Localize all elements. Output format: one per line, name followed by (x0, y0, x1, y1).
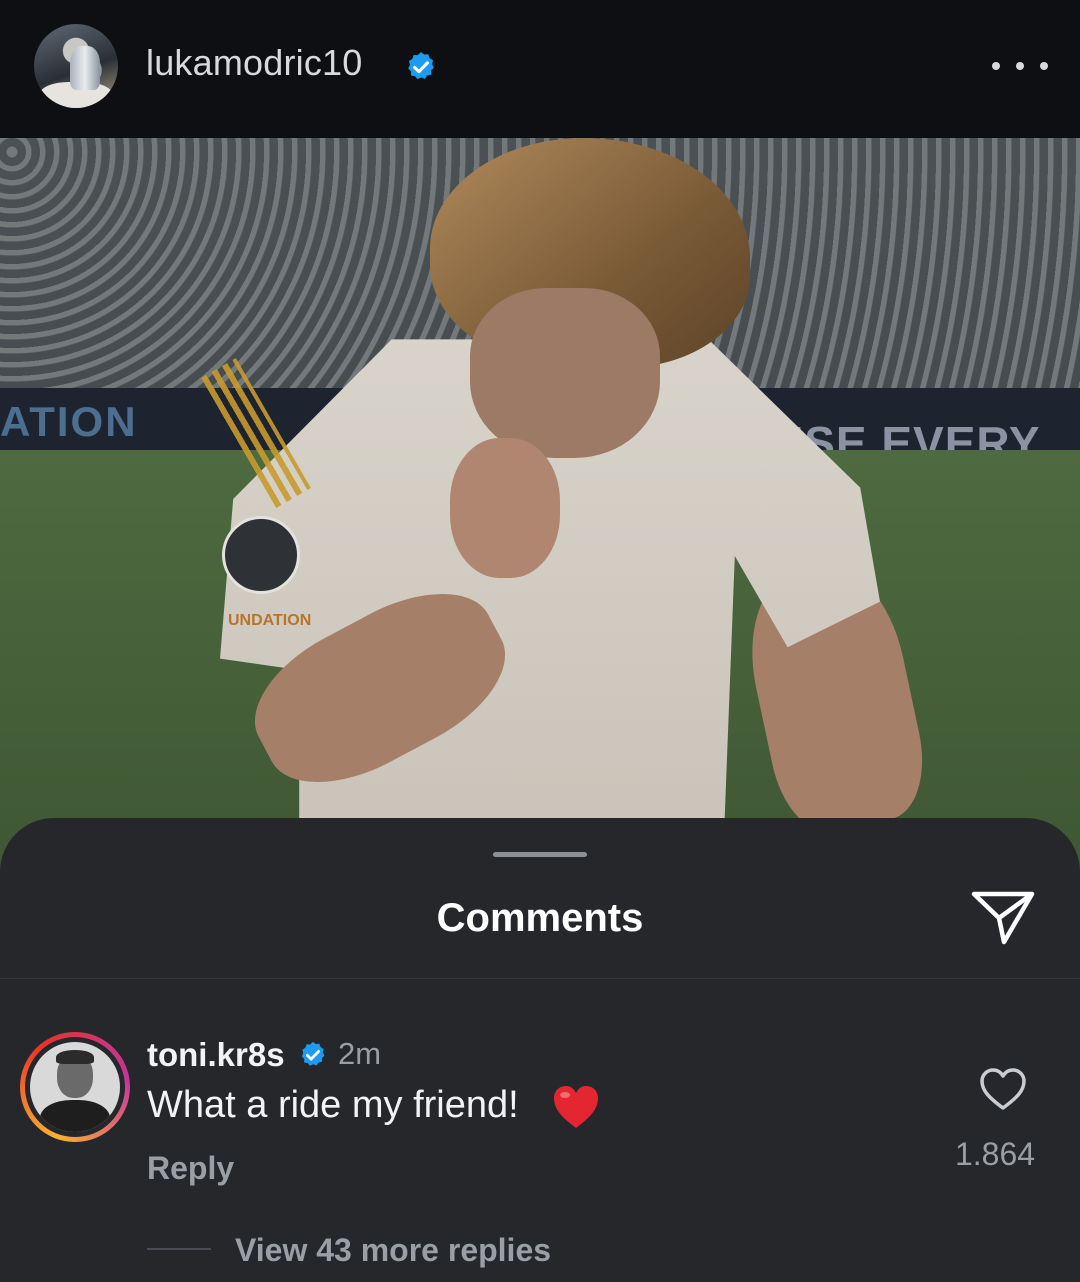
view-replies-button[interactable]: View 43 more replies (235, 1232, 551, 1269)
champions-league-badge (222, 516, 300, 594)
comment-text: What a ride my friend! (147, 1084, 519, 1126)
post-header: lukamodric10 (0, 0, 1080, 138)
comments-title: Comments (436, 896, 644, 940)
verified-badge-icon (301, 1041, 325, 1066)
comment-item: toni.kr8s 2m What a ride my friend! Repl… (0, 1018, 1080, 1278)
player-hand (450, 438, 560, 578)
hoarding-text-left: ATION (0, 398, 138, 445)
like-count: 1.864 (954, 1136, 1036, 1172)
sheet-divider (0, 978, 1080, 979)
author-username[interactable]: lukamodric10 (146, 42, 363, 84)
reply-button[interactable]: Reply (147, 1150, 234, 1187)
send-icon[interactable] (970, 888, 1036, 946)
replies-connector-line (147, 1248, 211, 1250)
heart-outline-icon[interactable] (978, 1066, 1028, 1112)
sleeve-text: UNDATION (228, 612, 312, 629)
avatar-trophy (70, 46, 100, 90)
commenter-avatar[interactable] (20, 1032, 130, 1142)
comment-timestamp: 2m (338, 1036, 382, 1071)
commenter-username[interactable]: toni.kr8s (147, 1036, 285, 1074)
author-avatar[interactable] (34, 24, 118, 108)
verified-badge-icon (408, 52, 434, 80)
player-face (470, 288, 660, 458)
post-photo[interactable]: ATION USE EVERY CH UNDATION (0, 138, 1080, 898)
comments-sheet: Comments toni.kr8s 2m What a ride my fri… (0, 818, 1080, 1282)
sheet-drag-handle[interactable] (493, 852, 587, 857)
heart-emoji-icon (554, 1086, 598, 1128)
more-options-icon[interactable] (992, 46, 1048, 86)
